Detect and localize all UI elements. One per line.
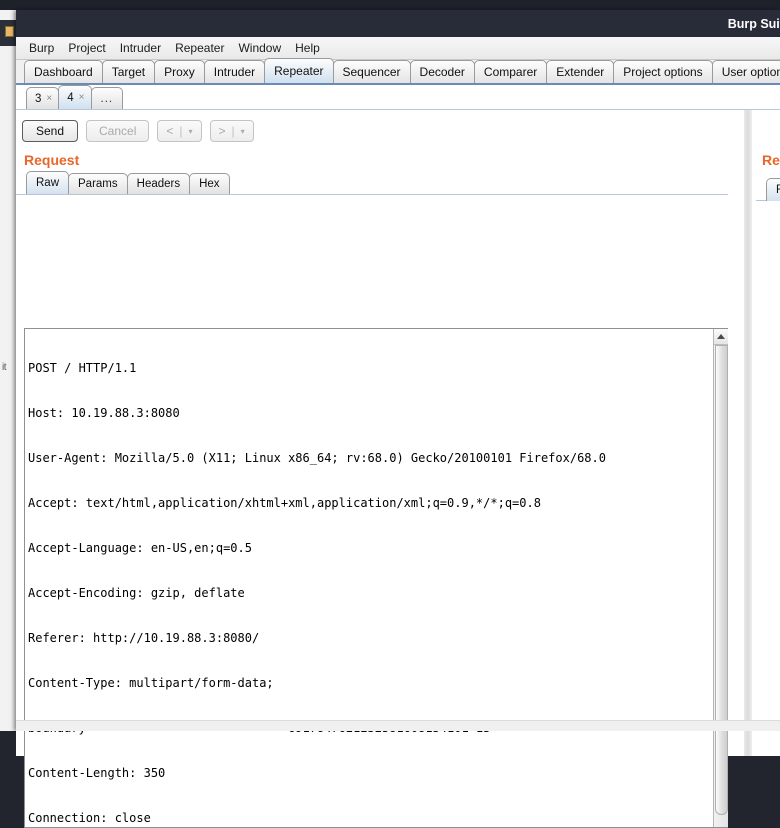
menubar: Burp Project Intruder Repeater Window He…: [16, 37, 780, 60]
request-line: Accept-Encoding: gzip, deflate: [28, 586, 713, 601]
repeater-tab-4[interactable]: 4 ×: [58, 85, 91, 109]
button-separator: |: [232, 124, 235, 138]
menu-intruder[interactable]: Intruder: [113, 39, 168, 57]
repeater-tab-4-label: 4: [67, 92, 73, 104]
request-editor-container: POST / HTTP/1.1 Host: 10.19.88.3:8080 Us…: [24, 328, 728, 828]
chevron-left-icon: <: [166, 124, 173, 138]
close-icon[interactable]: ×: [79, 92, 85, 103]
tab-project-options[interactable]: Project options: [613, 60, 712, 83]
background-window-icon: [5, 26, 14, 37]
menu-burp[interactable]: Burp: [22, 39, 61, 57]
chevron-right-icon: >: [219, 124, 226, 138]
tab-repeater[interactable]: Repeater: [264, 58, 333, 83]
request-tab-headers[interactable]: Headers: [127, 173, 190, 194]
request-editor-scrollbar[interactable]: [713, 329, 728, 827]
chevron-down-icon[interactable]: ▾: [241, 127, 245, 136]
repeater-action-bar: Send Cancel < | ▾ > | ▾: [16, 110, 728, 150]
repeater-new-tab-button[interactable]: ...: [91, 87, 124, 109]
tab-intruder[interactable]: Intruder: [204, 60, 265, 83]
request-tab-params[interactable]: Params: [68, 173, 128, 194]
tab-sequencer[interactable]: Sequencer: [333, 60, 411, 83]
response-tab-raw[interactable]: Ra: [766, 178, 780, 201]
request-raw-editor[interactable]: POST / HTTP/1.1 Host: 10.19.88.3:8080 Us…: [25, 329, 713, 827]
scrollbar-thumb[interactable]: [715, 345, 728, 815]
background-window-edge-text: it: [2, 362, 6, 373]
tab-decoder[interactable]: Decoder: [410, 60, 475, 83]
repeater-tab-3-label: 3: [35, 93, 41, 105]
request-heading: Request: [16, 150, 728, 172]
response-pane: Res Ra: [756, 110, 780, 756]
window-titlebar[interactable]: Burp Suite Community Edition v2.1.07 - T…: [16, 10, 780, 37]
tab-target[interactable]: Target: [102, 60, 155, 83]
go-forward-button[interactable]: > | ▾: [210, 120, 254, 142]
menu-project[interactable]: Project: [61, 39, 112, 57]
request-line: POST / HTTP/1.1: [28, 361, 713, 376]
request-line: User-Agent: Mozilla/5.0 (X11; Linux x86_…: [28, 451, 713, 466]
request-line: Referer: http://10.19.88.3:8080/: [28, 631, 713, 646]
send-button[interactable]: Send: [22, 120, 78, 142]
repeater-tab-bar: 3 × 4 × ...: [16, 85, 780, 110]
chevron-down-icon[interactable]: ▾: [189, 127, 193, 136]
window-bottom-strip: [16, 720, 780, 731]
close-icon[interactable]: ×: [46, 93, 52, 104]
scroll-up-button[interactable]: [714, 329, 728, 345]
request-line: Content-Type: multipart/form-data;: [28, 676, 713, 691]
menu-help[interactable]: Help: [288, 39, 327, 57]
request-line: Host: 10.19.88.3:8080: [28, 406, 713, 421]
request-tab-hex[interactable]: Hex: [189, 173, 229, 194]
response-message-tab-bar: Ra: [766, 178, 780, 201]
menu-window[interactable]: Window: [231, 39, 288, 57]
burp-suite-window: Burp Suite Community Edition v2.1.07 - T…: [16, 10, 780, 731]
desktop-background: it Burp Suite Community Edition v2.1.07 …: [0, 0, 780, 731]
menu-repeater[interactable]: Repeater: [168, 39, 231, 57]
cancel-button: Cancel: [86, 120, 149, 142]
triangle-up-icon: [717, 334, 725, 339]
request-line: Content-Length: 350: [28, 766, 713, 781]
response-heading: Res: [762, 152, 780, 168]
repeater-content: Send Cancel < | ▾ > | ▾ Request Raw: [16, 110, 780, 756]
tab-extender[interactable]: Extender: [546, 60, 614, 83]
button-separator: |: [179, 124, 182, 138]
request-pane: Send Cancel < | ▾ > | ▾ Request Raw: [16, 110, 728, 756]
request-tab-raw[interactable]: Raw: [26, 171, 69, 194]
go-back-button[interactable]: < | ▾: [157, 120, 201, 142]
tab-proxy[interactable]: Proxy: [154, 60, 205, 83]
request-message-tab-bar: Raw Params Headers Hex: [16, 172, 728, 195]
tab-dashboard[interactable]: Dashboard: [24, 60, 103, 83]
window-title: Burp Suite Community Edition v2.1.07 - T…: [728, 17, 780, 31]
tab-comparer[interactable]: Comparer: [474, 60, 547, 83]
tab-user-options[interactable]: User options: [712, 60, 780, 83]
repeater-tab-3[interactable]: 3 ×: [26, 87, 59, 109]
request-line: Connection: close: [28, 811, 713, 826]
request-line: Accept: text/html,application/xhtml+xml,…: [28, 496, 713, 511]
request-line: Accept-Language: en-US,en;q=0.5: [28, 541, 713, 556]
main-tab-bar: Dashboard Target Proxy Intruder Repeater…: [16, 60, 780, 85]
pane-splitter[interactable]: [744, 110, 752, 756]
